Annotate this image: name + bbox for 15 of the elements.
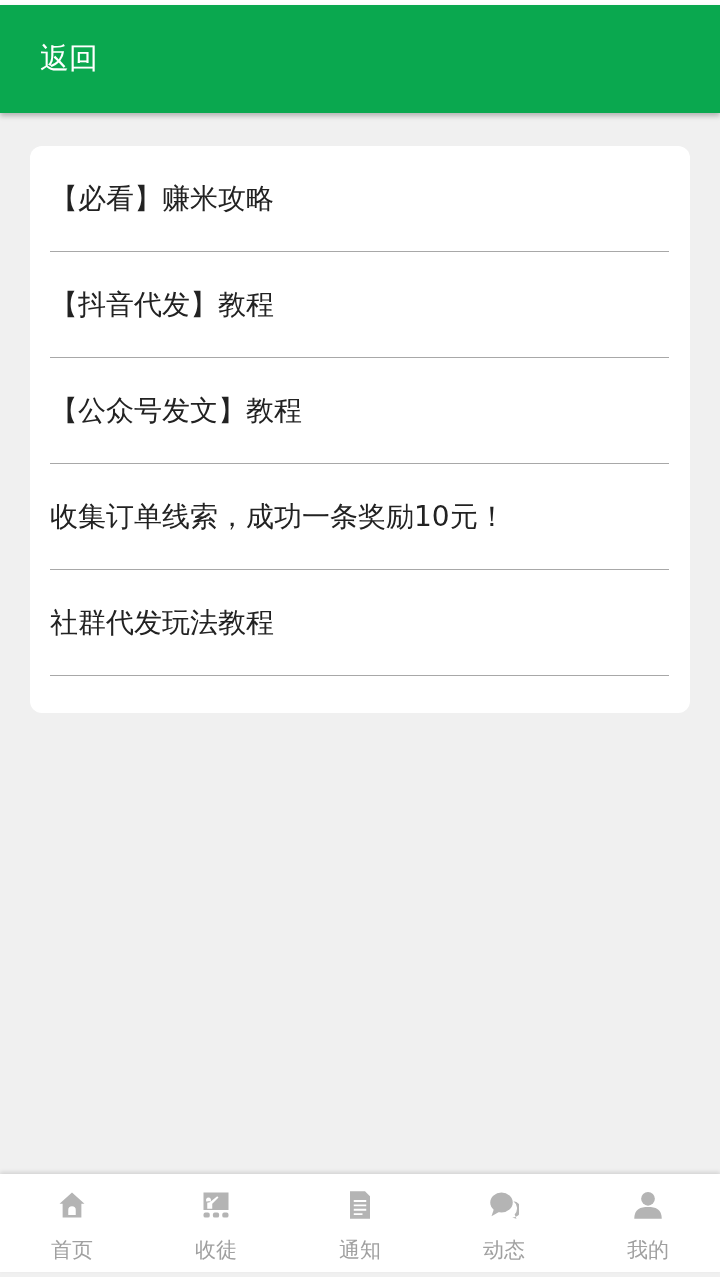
person-icon [633,1190,663,1220]
article-link[interactable]: 收集订单线索，成功一条奖励10元！ [50,464,669,570]
tab-item[interactable]: 首页 [0,1174,144,1272]
teacher-board-icon [201,1190,231,1220]
article-link[interactable]: 社群代发玩法教程 [50,570,669,676]
home-icon [57,1190,87,1220]
chat-bubbles-icon [489,1190,519,1220]
tab-item[interactable]: 通知 [288,1174,432,1272]
tab-item[interactable]: 收徒 [144,1174,288,1272]
article-link[interactable]: 【公众号发文】教程 [50,358,669,464]
tab-item[interactable]: 动态 [432,1174,576,1272]
article-link[interactable]: 【必看】赚米攻略 [50,146,669,252]
article-link[interactable]: 【抖音代发】教程 [50,252,669,358]
tab-item[interactable]: 我的 [576,1174,720,1272]
back-link[interactable]: 返回 [40,39,98,79]
